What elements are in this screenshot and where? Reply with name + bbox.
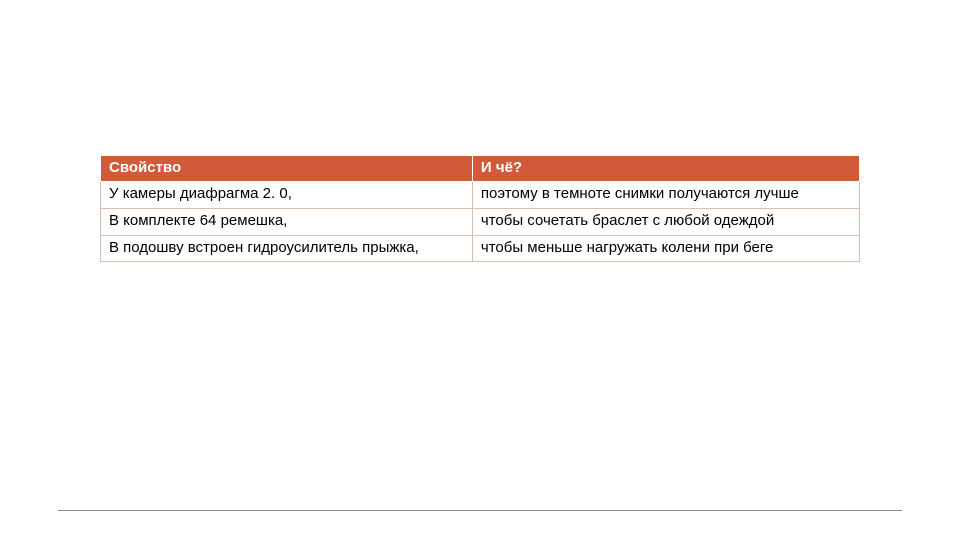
cell-so-what: поэтому в темноте снимки получаются лучш… bbox=[472, 182, 859, 209]
table-row: У камеры диафрагма 2. 0, поэтому в темно… bbox=[101, 182, 860, 209]
header-property: Свойство bbox=[101, 156, 473, 182]
header-so-what: И чё? bbox=[472, 156, 859, 182]
properties-table: Свойство И чё? У камеры диафрагма 2. 0, … bbox=[100, 155, 860, 262]
slide: Свойство И чё? У камеры диафрагма 2. 0, … bbox=[0, 0, 960, 540]
table-wrap: Свойство И чё? У камеры диафрагма 2. 0, … bbox=[100, 155, 860, 262]
cell-property: У камеры диафрагма 2. 0, bbox=[101, 182, 473, 209]
cell-so-what: чтобы сочетать браслет с любой одеждой bbox=[472, 208, 859, 235]
cell-property: В комплекте 64 ремешка, bbox=[101, 208, 473, 235]
table-row: В комплекте 64 ремешка, чтобы сочетать б… bbox=[101, 208, 860, 235]
table-header-row: Свойство И чё? bbox=[101, 156, 860, 182]
table-row: В подошву встроен гидроусилитель прыжка,… bbox=[101, 235, 860, 262]
cell-property: В подошву встроен гидроусилитель прыжка, bbox=[101, 235, 473, 262]
footer-divider bbox=[58, 510, 902, 511]
cell-so-what: чтобы меньше нагружать колени при беге bbox=[472, 235, 859, 262]
